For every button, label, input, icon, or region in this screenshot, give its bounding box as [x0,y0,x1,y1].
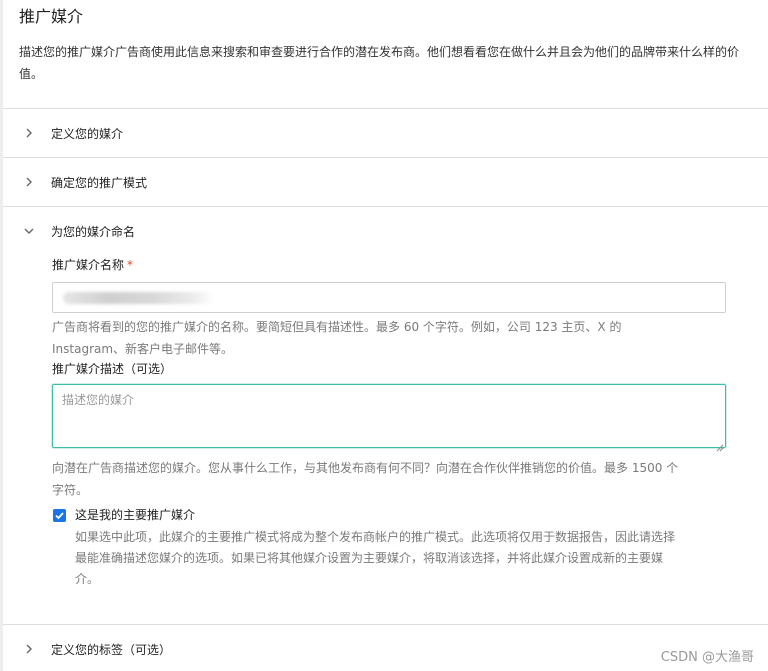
required-marker: * [127,258,134,272]
media-name-input[interactable] [52,282,726,313]
section-label: 定义您的媒介 [51,126,124,141]
help-line: 向潜在广告商描述您的媒介。您从事什么工作，与其他发布商有何不同？向潜在合作伙伴推… [52,461,679,475]
chevron-down-icon [23,225,35,237]
media-name-label-text: 推广媒介名称 [52,258,125,272]
section-name-media[interactable]: 为您的媒介命名 [3,206,768,255]
media-description-help: 向潜在广告商描述您的媒介。您从事什么工作，与其他发布商有何不同？向潜在合作伙伴推… [52,457,678,501]
primary-media-help: 如果选中此项，此媒介的主要推广模式将成为整个发布商帐户的推广模式。此选项将仅用于… [75,527,735,590]
page-description: 描述您的推广媒介广告商使用此信息来搜索和审查要进行合作的潜在发布商。他们想看看您… [19,45,740,81]
help-line: 字符。 [52,483,89,497]
primary-media-checkbox[interactable] [53,509,66,522]
section-label: 为您的媒介命名 [51,224,136,239]
media-description-textarea[interactable]: 描述您的媒介 [52,384,726,452]
section-promo-model[interactable]: 确定您的推广模式 [3,157,768,206]
help-line: 如果选中此项，此媒介的主要推广模式将成为整个发布商帐户的推广模式。此选项将仅用于… [75,530,676,544]
page-title: 推广媒介 [19,7,84,26]
redacted-value [63,292,215,304]
chevron-right-icon [23,127,35,139]
watermark: CSDN @大渔哥 [660,650,754,665]
textarea-placeholder: 描述您的媒介 [62,393,135,407]
help-line: Instagram、新客户电子邮件等。 [52,342,234,356]
page-header: 推广媒介 描述您的推广媒介广告商使用此信息来搜索和审查要进行合作的潜在发布商。他… [3,0,768,85]
primary-media-label[interactable]: 这是我的主要推广媒介 [75,507,195,523]
section-label: 定义您的标签（可选） [51,642,172,657]
resize-handle-icon[interactable] [715,437,724,452]
help-line: 广告商将看到的您的推广媒介的名称。要简短但具有描述性。最多 60 个字符。例如，… [52,320,622,334]
section-define-tags[interactable]: 定义您的标签（可选） [3,624,768,671]
chevron-right-icon [23,176,35,188]
media-description-label: 推广媒介描述（可选） [52,362,173,376]
help-line: 最能准确描述您媒介的选项。如果已将其他媒介设置为主要媒介，将取消该选择，并将此媒… [75,551,664,565]
page: 推广媒介 描述您的推广媒介广告商使用此信息来搜索和审查要进行合作的潜在发布商。他… [0,0,768,671]
section-label: 确定您的推广模式 [51,175,148,190]
checkmark-icon [55,512,64,520]
media-name-label: 推广媒介名称 * [52,257,133,273]
help-line: 介。 [75,572,100,586]
media-name-help: 广告商将看到的您的推广媒介的名称。要简短但具有描述性。最多 60 个字符。例如，… [52,316,621,360]
section-define-media[interactable]: 定义您的媒介 [3,108,768,157]
chevron-right-icon [23,643,35,655]
